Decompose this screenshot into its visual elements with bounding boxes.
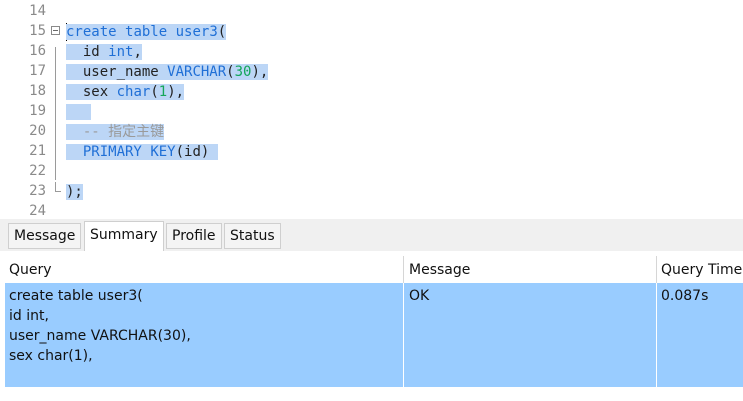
code-text: PRIMARY KEY(id) [66, 143, 218, 161]
tab-status[interactable]: Status [224, 223, 281, 249]
query-line: user_name VARCHAR(30), [9, 328, 191, 344]
code-text: sex char(1), [66, 83, 185, 101]
line-number: 19 [29, 103, 46, 119]
tab-profile[interactable]: Profile [166, 223, 222, 249]
query-line: id int, [9, 308, 49, 324]
query-time-cell: 0.087s [661, 288, 709, 304]
code-text [66, 103, 92, 121]
code-line-19[interactable]: 19 [0, 102, 743, 122]
code-text: create table user3( [66, 24, 227, 40]
code-line-18[interactable]: 18 sex char(1), [0, 82, 743, 102]
tab-summary[interactable]: Summary [84, 221, 164, 251]
column-header-query-time[interactable]: Query Time [661, 258, 742, 282]
code-line-15[interactable]: 15 create table user3( [0, 22, 743, 42]
column-divider[interactable] [403, 256, 404, 284]
cell-divider [403, 283, 404, 387]
line-number: 23 [29, 183, 46, 199]
code-line-20[interactable]: 20 -- 指定主键 [0, 122, 743, 142]
query-line: create table user3( [9, 288, 143, 304]
code-line-21[interactable]: 21 PRIMARY KEY(id) [0, 142, 743, 162]
line-number: 22 [29, 163, 46, 179]
tab-message[interactable]: Message [8, 223, 82, 249]
code-text: user_name VARCHAR(30), [66, 63, 269, 81]
message-cell: OK [409, 288, 430, 304]
result-tabs: Message Summary Profile Status [0, 219, 743, 251]
code-text: -- 指定主键 [66, 123, 165, 141]
fold-end-icon [55, 182, 61, 192]
cell-divider [656, 283, 657, 387]
fold-toggle-icon[interactable] [51, 26, 60, 35]
line-number: 18 [29, 83, 46, 99]
line-number: 14 [29, 3, 46, 19]
query-cell: create table user3( id int, user_name VA… [9, 286, 191, 366]
column-header-message[interactable]: Message [409, 258, 470, 282]
table-row[interactable]: create table user3( id int, user_name VA… [5, 283, 743, 387]
code-comment: -- 指定主键 [66, 124, 165, 140]
summary-grid: Query Message Query Time create table us… [0, 251, 743, 401]
code-line-16[interactable]: 16 id int, [0, 42, 743, 62]
code-text: ); [66, 184, 83, 200]
code-line-23[interactable]: 23 ); [0, 182, 743, 202]
code-line-14[interactable]: 14 [0, 2, 743, 22]
code-line-22[interactable]: 22 [0, 162, 743, 182]
line-number: 20 [29, 123, 46, 139]
query-line: sex char(1), [9, 348, 93, 364]
column-header-query[interactable]: Query [9, 258, 52, 282]
line-number: 21 [29, 143, 46, 159]
column-divider[interactable] [656, 256, 657, 284]
line-number: 24 [29, 203, 46, 219]
line-number: 15 [29, 23, 46, 39]
line-number: 16 [29, 43, 46, 59]
code-line-17[interactable]: 17 user_name VARCHAR(30), [0, 62, 743, 82]
line-number: 17 [29, 63, 46, 79]
sql-editor[interactable]: 14 15 create table user3( 16 id int, 17 … [0, 0, 743, 219]
code-text: id int, [66, 43, 142, 61]
